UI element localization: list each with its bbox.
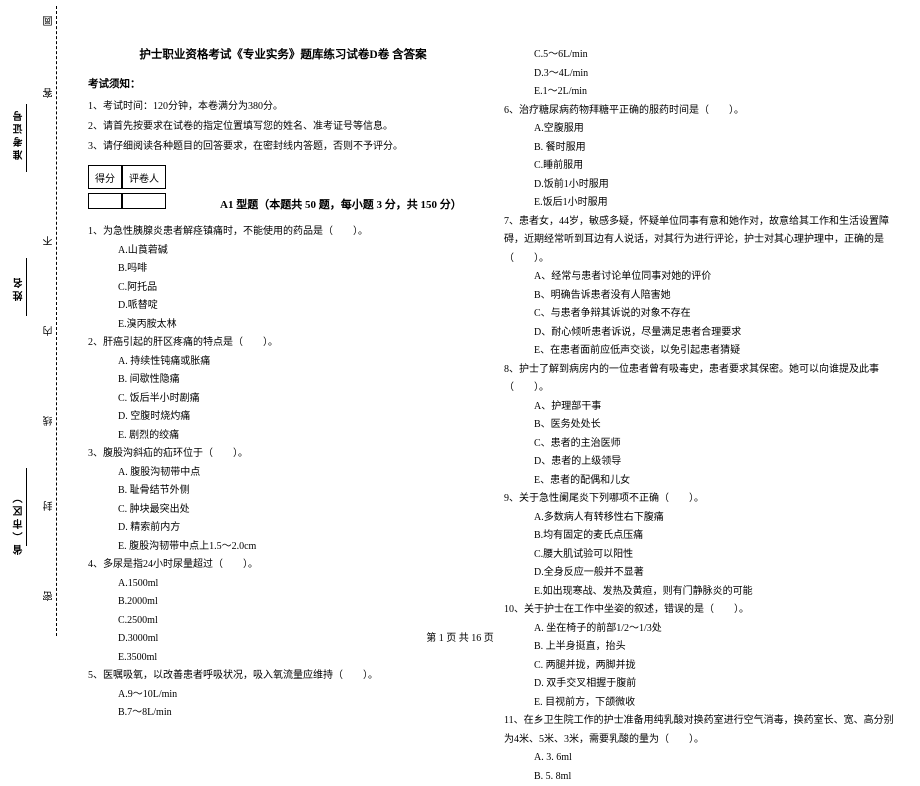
q3-opt-e: E. 腹股沟韧带中点上1.5～2.0cm	[118, 538, 478, 557]
q7-opt-c: C、与患者争辩其诉说的对象不存在	[534, 305, 894, 324]
score-blank	[88, 193, 122, 209]
score-box: 得分	[88, 165, 122, 189]
q4-opt-a: A.1500ml	[118, 575, 478, 594]
page-body: 护士职业资格考试《专业实务》题库练习试卷D卷 含答案 考试须知： 1、考试时间：…	[88, 46, 898, 786]
q4-stem: 4、多尿是指24小时尿量超过（ ）。	[88, 556, 478, 575]
q5-opt-b: B.7～8L/min	[118, 704, 478, 723]
q9-opt-d: D.全身反应一般并不显著	[534, 564, 894, 583]
q5-opt-a: A.9～10L/min	[118, 686, 478, 705]
q7-stem: 7、患者女，44岁，敏感多疑，怀疑单位同事有意和她作对，故意给其工作和生活设置障…	[504, 213, 894, 269]
binding-char-circle: 圆	[42, 10, 57, 26]
q10-opt-e: E. 目视前方，下颌微收	[534, 694, 894, 713]
section-a1-heading: A1 型题（本题共 50 题，每小题 3 分，共 150 分）	[220, 193, 462, 217]
q8-opt-d: D、患者的上级领导	[534, 453, 894, 472]
q2-opt-d: D. 空腹时烧灼痛	[118, 408, 478, 427]
q2-stem: 2、肝癌引起的肝区疼痛的特点是（ ）。	[88, 334, 478, 353]
q6-opt-a: A.空腹服用	[534, 120, 894, 139]
q1-opt-d: D.哌替啶	[118, 297, 478, 316]
binding-char-xian: 线	[42, 410, 57, 426]
q7-opt-b: B、明确告诉患者没有人陪害她	[534, 287, 894, 306]
q4-opt-c: C.2500ml	[118, 612, 478, 631]
q4-opt-e: E.3500ml	[118, 649, 478, 668]
exam-title: 护士职业资格考试《专业实务》题库练习试卷D卷 含答案	[88, 46, 478, 62]
q9-opt-a: A.多数病人有转移性右下腹痛	[534, 509, 894, 528]
q2-opt-e: E. 剧烈的绞痛	[118, 427, 478, 446]
binding-char-mi: 密	[42, 585, 57, 601]
q7-opt-e: E、在患者面前应低声交谈，以免引起患者猜疑	[534, 342, 894, 361]
q2-opt-b: B. 间歇性隐痛	[118, 371, 478, 390]
q8-opt-e: E、患者的配偶和儿女	[534, 472, 894, 491]
q9-stem: 9、关于急性阑尾炎下列哪项不正确（ ）。	[504, 490, 894, 509]
page-footer: 第 1 页 共 16 页	[0, 629, 920, 644]
binding-margin: 圆 客 准考证号 不 姓名 内 线 封 省（市区） 密	[0, 0, 72, 640]
q7-opt-a: A、经常与患者讨论单位同事对她的评价	[534, 268, 894, 287]
q7-opt-d: D、耐心倾听患者诉说，尽量满足患者合理要求	[534, 324, 894, 343]
province-label: 省（市区）	[12, 490, 27, 555]
reviewer-blank	[122, 193, 166, 209]
q4-opt-b: B.2000ml	[118, 593, 478, 612]
q6-stem: 6、治疗糖尿病药物拜糖平正确的服药时间是（ ）。	[504, 102, 894, 121]
q6-opt-d: D.饭前1小时服用	[534, 176, 894, 195]
q9-opt-b: B.均有固定的麦氏点压痛	[534, 527, 894, 546]
q10-opt-c: C. 两腿并拢，两脚并拢	[534, 657, 894, 676]
right-column: C.5～6L/min D.3～4L/min E.1～2L/min 6、治疗糖尿病…	[504, 46, 894, 786]
notice-heading: 考试须知：	[88, 76, 478, 91]
q1-opt-c: C.阿托品	[118, 279, 478, 298]
q8-stem: 8、护士了解到病房内的一位患者曾有吸毒史，患者要求其保密。她可以向谁提及此事（ …	[504, 361, 894, 398]
binding-char-bu: 不	[42, 230, 57, 246]
name-label: 姓名	[12, 275, 27, 301]
instruction-3: 3、请仔细阅读各种题目的回答要求，在密封线内答题，否则不予评分。	[88, 137, 478, 157]
q10-opt-d: D. 双手交叉相握于腹前	[534, 675, 894, 694]
question-block: 1、为急性胰腺炎患者解痉镇痛时，不能使用的药品是（ ）。 A.山莨菪碱 B.吗啡…	[88, 223, 478, 723]
q2-opt-c: C. 饭后半小时剧痛	[118, 390, 478, 409]
admit-number-line	[26, 104, 27, 172]
q8-opt-b: B、医务处处长	[534, 416, 894, 435]
q6-opt-c: C.睡前服用	[534, 157, 894, 176]
q6-opt-e: E.饭后1小时服用	[534, 194, 894, 213]
q3-opt-a: A. 腹股沟韧带中点	[118, 464, 478, 483]
q3-opt-d: D. 精索前内方	[118, 519, 478, 538]
q5-opt-d: D.3～4L/min	[534, 65, 894, 84]
reviewer-box: 评卷人	[122, 165, 166, 189]
q11-opt-a: A. 3. 6ml	[534, 749, 894, 768]
q3-stem: 3、腹股沟斜疝的疝环位于（ ）。	[88, 445, 478, 464]
binding-char-feng: 封	[42, 495, 57, 511]
q8-opt-a: A、护理部干事	[534, 398, 894, 417]
q3-opt-c: C. 肿块最突出处	[118, 501, 478, 520]
instruction-2: 2、请首先按要求在试卷的指定位置填写您的姓名、准考证号等信息。	[88, 117, 478, 137]
admit-number-label: 准考证号	[12, 108, 27, 160]
province-line	[26, 468, 27, 546]
q11-opt-b: B. 5. 8ml	[534, 768, 894, 786]
q2-opt-a: A. 持续性钝痛或胀痛	[118, 353, 478, 372]
q5-opt-c: C.5～6L/min	[534, 46, 894, 65]
q1-stem: 1、为急性胰腺炎患者解痉镇痛时，不能使用的药品是（ ）。	[88, 223, 478, 242]
q5-stem: 5、医嘱吸氧，以改善患者呼吸状况，吸入氧流量应维持（ ）。	[88, 667, 478, 686]
q3-opt-b: B. 耻骨结节外侧	[118, 482, 478, 501]
left-column: 护士职业资格考试《专业实务》题库练习试卷D卷 含答案 考试须知： 1、考试时间：…	[88, 46, 478, 786]
name-line	[26, 258, 27, 316]
q10-stem: 10、关于护士在工作中坐姿的叙述，错误的是（ ）。	[504, 601, 894, 620]
score-row: 得分 评卷人	[88, 165, 478, 189]
q8-opt-c: C、患者的主治医师	[534, 435, 894, 454]
instruction-1: 1、考试时间：120分钟，本卷满分为380分。	[88, 97, 478, 117]
q9-opt-c: C.腰大肌试验可以阳性	[534, 546, 894, 565]
q1-opt-b: B.吗啡	[118, 260, 478, 279]
q9-opt-e: E.如出现寒战、发热及黄疸，则有门静脉炎的可能	[534, 583, 894, 602]
q1-opt-e: E.溴丙胺太林	[118, 316, 478, 335]
binding-char-ke: 客	[42, 82, 57, 98]
q11-stem: 11、在乡卫生院工作的护士准备用纯乳酸对换药室进行空气消毒，换药室长、宽、高分别…	[504, 712, 894, 749]
q6-opt-b: B. 餐时服用	[534, 139, 894, 158]
binding-char-nei: 内	[42, 320, 57, 336]
q1-opt-a: A.山莨菪碱	[118, 242, 478, 261]
q5-opt-e: E.1～2L/min	[534, 83, 894, 102]
